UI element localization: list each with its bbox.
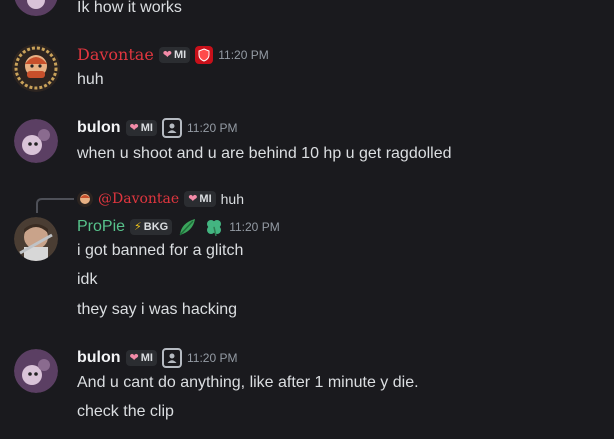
server-tag[interactable]: ❤ MI	[184, 191, 216, 207]
server-tag-label: MI	[174, 49, 187, 61]
message-header-davontae: Davontae ❤ MI 11:20 PM	[77, 45, 269, 65]
server-tag[interactable]: ❤ MI	[125, 350, 157, 366]
message-text: idk	[77, 271, 98, 288]
message-text: check the clip	[77, 403, 174, 420]
message-header-bulon: bulon ❤ MI 11:20 PM	[77, 118, 237, 138]
heart-icon: ❤	[188, 193, 198, 205]
avatar-davontae[interactable]	[12, 44, 60, 92]
username-propie[interactable]: ProPie	[77, 217, 125, 237]
lightning-icon: ⚡	[134, 221, 142, 233]
message-text: when u shoot and u are behind 10 hp u ge…	[77, 145, 452, 162]
server-tag[interactable]: ❤ MI	[125, 120, 157, 136]
message-header-bulon: bulon ❤ MI 11:20 PM	[77, 348, 237, 368]
avatar-bulon[interactable]	[14, 119, 58, 163]
server-tag-label: MI	[140, 352, 153, 364]
timestamp[interactable]: 11:20 PM	[187, 120, 237, 136]
message-text: huh	[77, 71, 104, 88]
heart-icon: ❤	[129, 352, 139, 364]
timestamp[interactable]: 11:20 PM	[229, 219, 279, 235]
shield-icon[interactable]	[195, 46, 214, 64]
avatar-bulon-top[interactable]	[14, 0, 58, 16]
message-header-propie: ProPie ⚡ BKG 11:20 PM	[77, 217, 280, 237]
person-icon[interactable]	[162, 348, 182, 368]
message-text: And u cant do anything, like after 1 min…	[77, 374, 419, 391]
server-tag[interactable]: ⚡ BKG	[130, 219, 173, 235]
timestamp[interactable]: 11:20 PM	[218, 47, 268, 63]
username-bulon[interactable]: bulon	[77, 348, 121, 368]
message-text: they say i was hacking	[77, 301, 238, 318]
reply-author[interactable]: @Davontae	[98, 191, 179, 207]
timestamp[interactable]: 11:20 PM	[187, 350, 237, 366]
clover-icon[interactable]	[204, 217, 224, 237]
person-icon[interactable]	[162, 118, 182, 138]
message-text: i got banned for a glitch	[77, 242, 244, 259]
heart-icon: ❤	[129, 122, 139, 134]
heart-icon: ❤	[162, 49, 172, 61]
reply-text: huh	[220, 191, 244, 207]
username-bulon[interactable]: bulon	[77, 118, 121, 138]
avatar-propie[interactable]	[14, 217, 58, 261]
server-tag-label: MI	[140, 122, 153, 134]
message-text: Ik how it works	[77, 0, 182, 16]
avatar-bulon[interactable]	[14, 349, 58, 393]
reply-connector	[36, 198, 74, 213]
reply-avatar	[77, 191, 93, 207]
reply-preview[interactable]: @Davontae ❤ MI huh	[77, 190, 244, 208]
username-davontae[interactable]: Davontae	[77, 45, 154, 65]
server-tag[interactable]: ❤ MI	[158, 47, 191, 63]
server-tag-label: BKG	[143, 221, 169, 233]
server-tag-label: MI	[199, 193, 212, 205]
leaf-icon[interactable]	[177, 217, 199, 237]
